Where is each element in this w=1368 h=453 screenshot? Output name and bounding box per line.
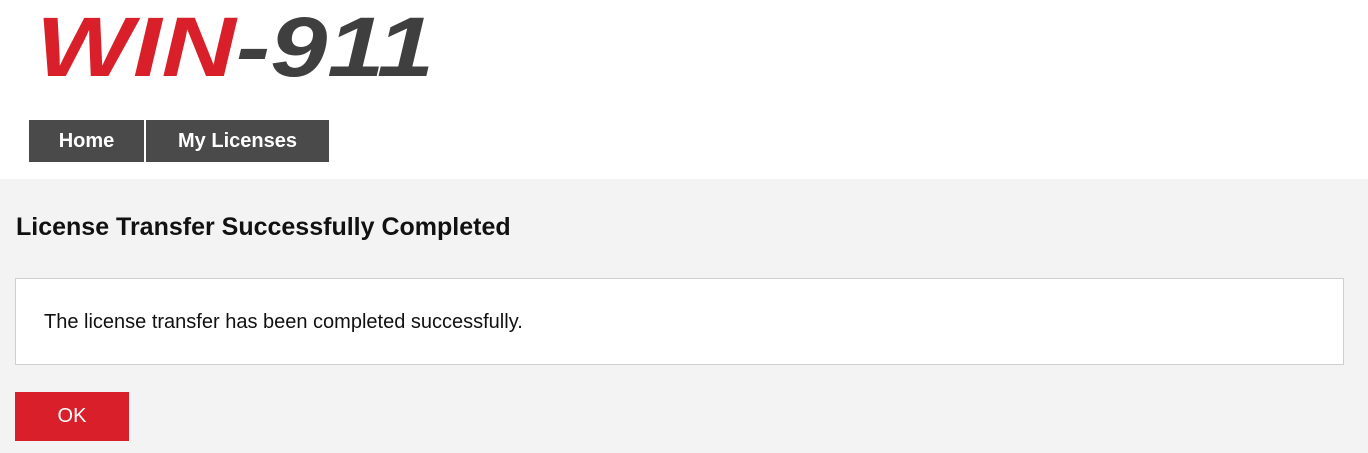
message-panel: The license transfer has been completed …	[15, 278, 1344, 365]
nav-home-button[interactable]: Home	[29, 120, 144, 162]
main-content: License Transfer Successfully Completed …	[0, 179, 1368, 453]
logo-text-primary: WIN	[36, 12, 239, 84]
logo-text-secondary: -911	[236, 12, 434, 84]
site-header: WIN -911 Home My Licenses	[0, 0, 1368, 179]
main-nav: Home My Licenses	[29, 120, 329, 162]
ok-button[interactable]: OK	[15, 392, 129, 441]
page-title: License Transfer Successfully Completed	[16, 213, 511, 241]
svg-text:WIN-911: WIN -911	[36, 12, 434, 84]
win911-logo[interactable]: WIN -911	[34, 12, 444, 84]
logo-graphic: WIN -911	[36, 12, 434, 84]
nav-my-licenses-button[interactable]: My Licenses	[146, 120, 329, 162]
success-message: The license transfer has been completed …	[44, 311, 523, 333]
